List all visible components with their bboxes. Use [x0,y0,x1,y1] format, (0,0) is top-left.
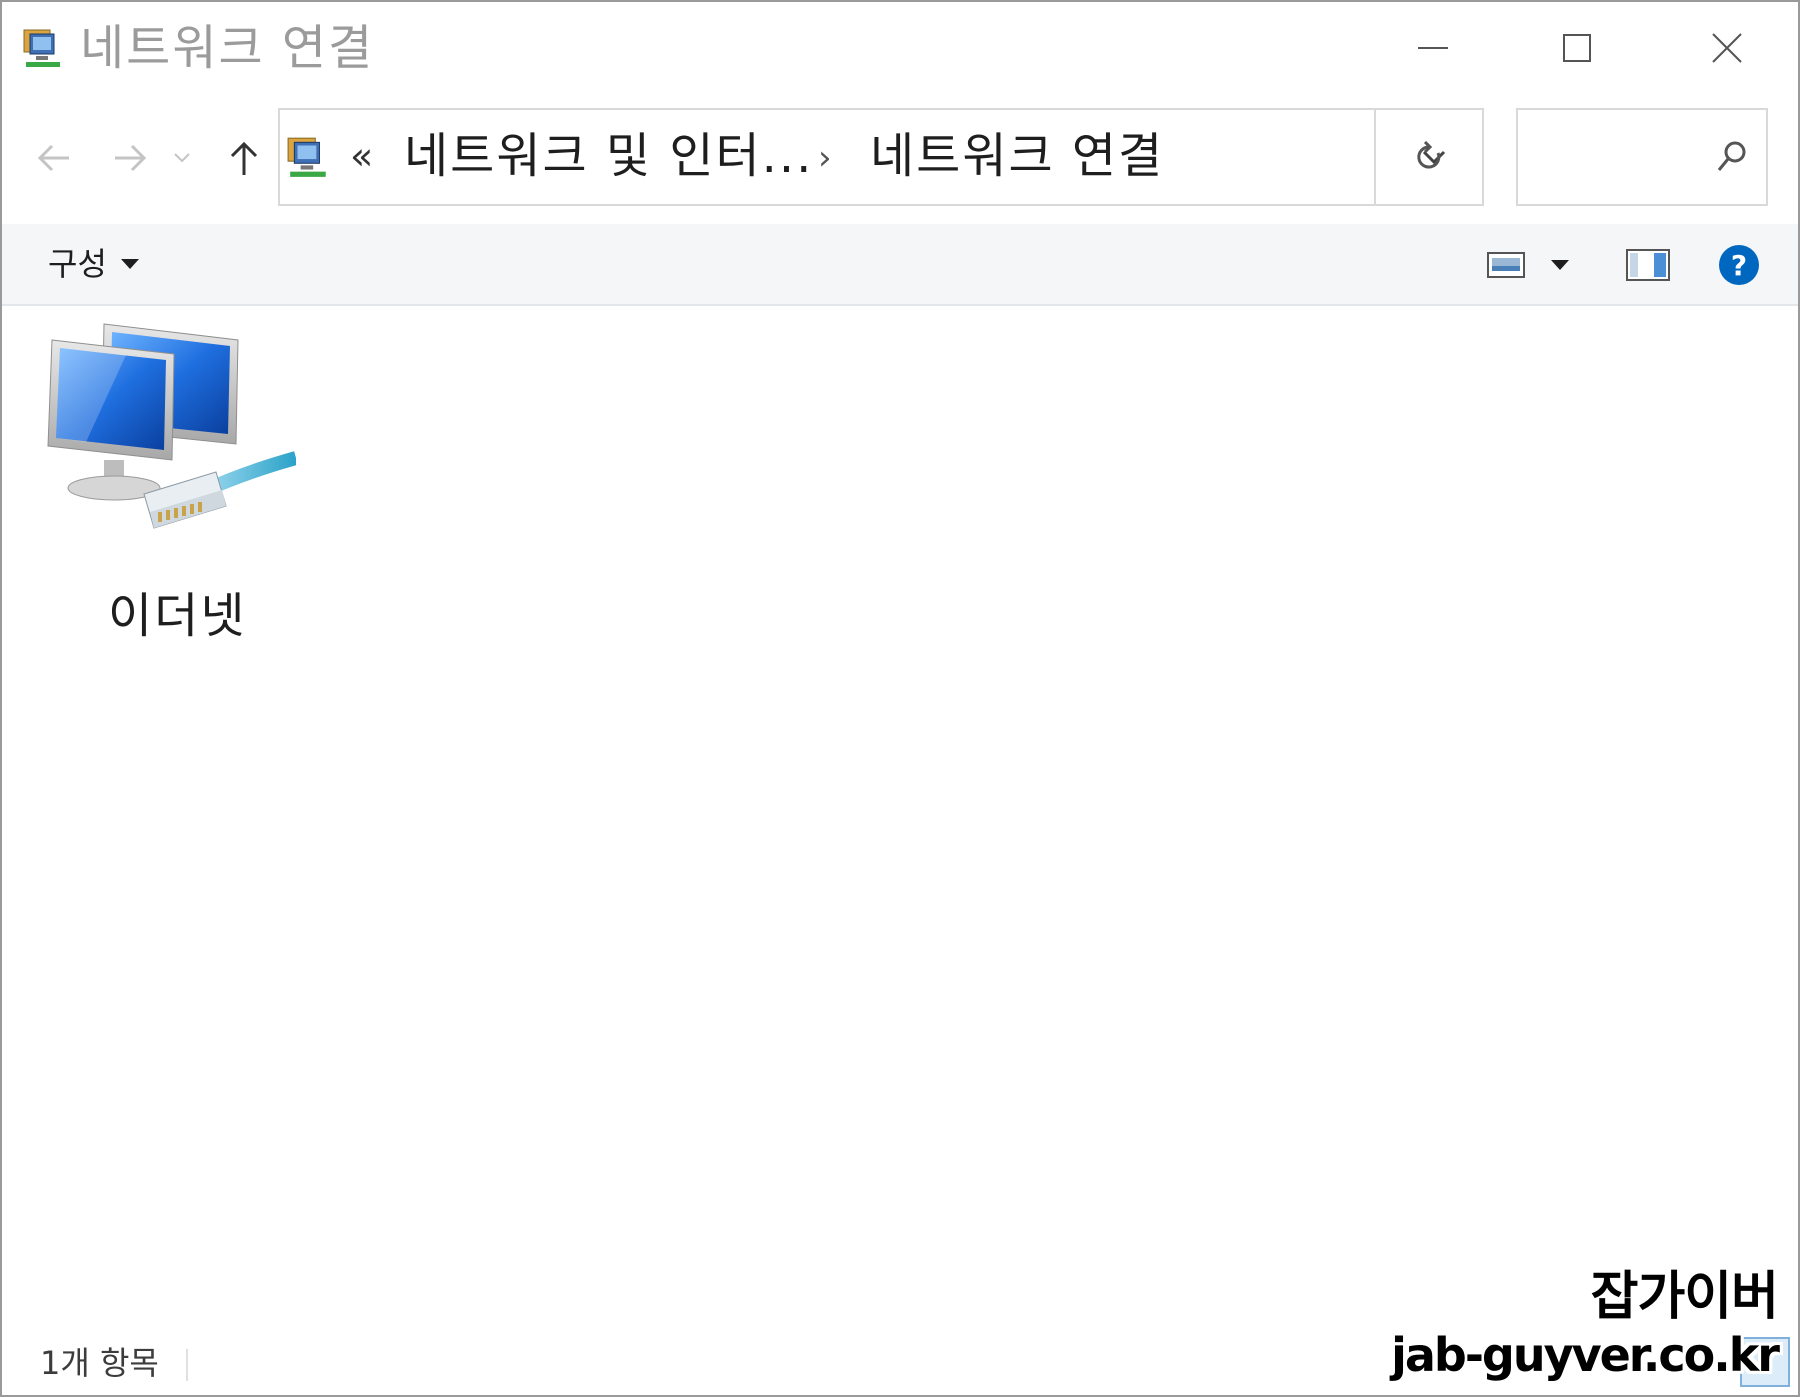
help-button[interactable]: ? [1716,240,1762,290]
organize-label: 구성 [48,245,107,283]
watermark: 잡가이버 jab-guyver.co.kr [1391,1267,1780,1383]
back-button[interactable] [24,120,84,196]
title-bar[interactable]: 네트워크 연결 [2,2,1798,94]
item-label: 이더넷 [108,588,247,644]
close-icon [1712,33,1742,63]
address-bar[interactable]: « 네트워크 및 인터... › 네트워크 연결 [278,108,1484,206]
forward-arrow-icon [115,144,147,172]
minimize-button[interactable] [1368,12,1498,84]
refresh-icon [1417,141,1441,169]
view-icon [1487,252,1525,278]
ethernet-adapter-icon [47,323,298,529]
up-button[interactable] [214,120,274,196]
breadcrumb-network-connections[interactable]: 네트워크 연결 [870,124,1164,188]
refresh-button[interactable] [1374,108,1484,206]
window-title: 네트워크 연결 [80,20,375,76]
network-connections-icon [23,29,60,67]
breadcrumb-network-internet[interactable]: 네트워크 및 인터... [404,124,813,188]
list-item[interactable]: 이더넷 [46,322,306,644]
close-button[interactable] [1662,12,1792,84]
up-arrow-icon [230,141,258,175]
view-options-dropdown[interactable] [1542,240,1578,290]
recent-locations-button[interactable] [162,120,202,196]
breadcrumb-separator[interactable]: › [818,130,832,186]
address-overflow-button[interactable]: « [350,126,373,186]
organize-menu-button[interactable]: 구성 [48,238,139,290]
maximize-icon [1563,34,1591,62]
change-view-button[interactable] [1484,240,1528,290]
help-icon: ? [1719,245,1759,285]
item-count: 1개 항목 [40,1344,159,1382]
maximize-button[interactable] [1512,12,1642,84]
watermark-brand: 잡가이버 [1590,1267,1779,1327]
network-connections-icon [287,137,326,177]
svg-text:?: ? [1731,249,1747,282]
chevron-down-icon [174,153,190,163]
status-divider [186,1349,188,1381]
forward-button[interactable] [100,120,160,196]
preview-pane-icon [1626,249,1670,281]
preview-pane-button[interactable] [1624,240,1672,290]
minimize-icon [1418,47,1448,49]
search-icon [1717,141,1746,171]
search-input[interactable] [1516,108,1768,206]
dropdown-arrow-icon [1551,260,1569,270]
watermark-url: jab-guyver.co.kr [1391,1328,1780,1382]
dropdown-arrow-icon [120,259,139,269]
explorer-window: 네트워크 연결 « 네트워크 및 인터... › 네트워크 연결 구성 ? 이더… [0,0,1800,1397]
command-bar: 구성 ? [2,224,1798,306]
back-arrow-icon [37,144,69,172]
